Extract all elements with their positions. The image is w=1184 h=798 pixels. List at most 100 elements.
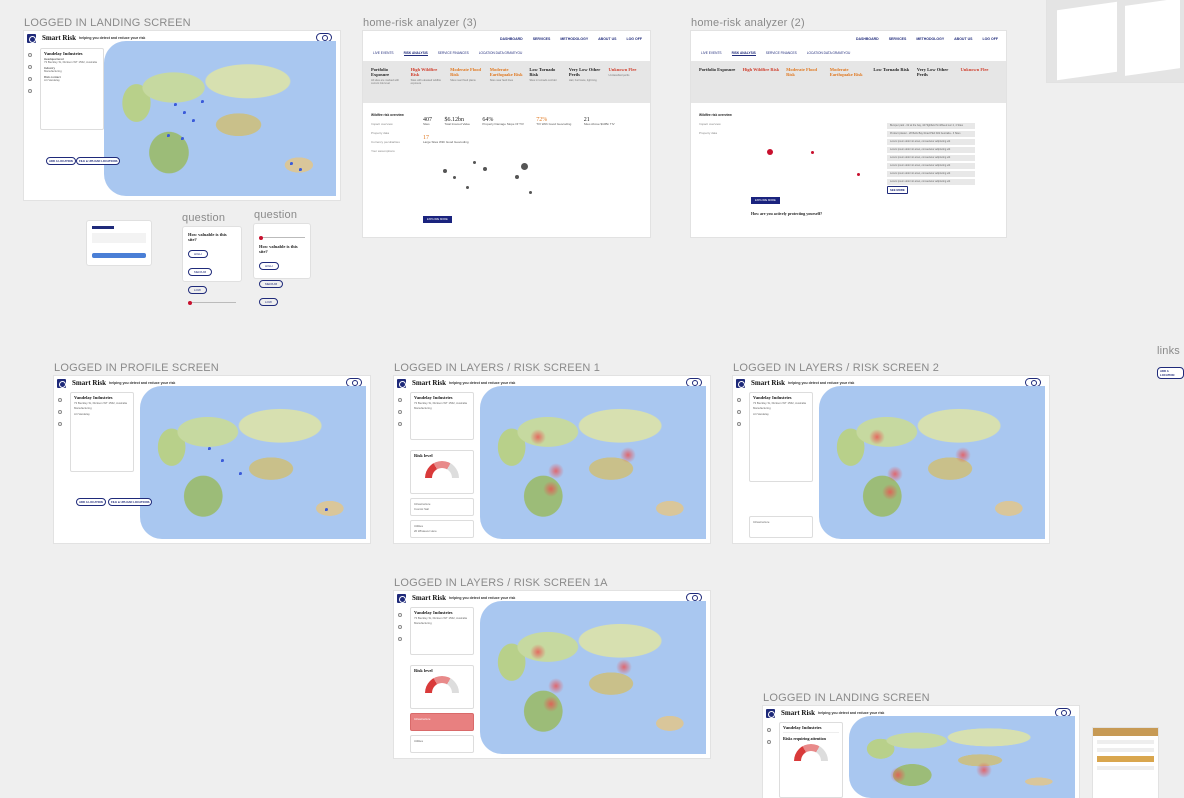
side-item-impact[interactable]: Impact overview xyxy=(699,122,721,126)
table-row[interactable]: Lorem ipsum dolor sit amet, consectetur … xyxy=(887,163,975,169)
landing-screen-frame[interactable]: Smart Risk helping you detect and reduce… xyxy=(24,31,340,200)
building-icon[interactable] xyxy=(58,410,62,414)
infrastructure-card-selected[interactable]: Infrastructure xyxy=(410,713,474,731)
settings-panel[interactable] xyxy=(1093,728,1158,798)
upload-locations-button[interactable]: FILE & UPLOAD LOCATIONS xyxy=(76,157,121,165)
company-card[interactable]: Vandelay Industries 73 Beckley St, Dickso… xyxy=(749,392,813,482)
table-row[interactable]: Lorem ipsum dolor sit amet, consectetur … xyxy=(887,171,975,177)
tab-location-data[interactable]: LOCATION DATA GRAVEYOU xyxy=(479,51,523,56)
company-card[interactable]: Vandelay Industries 73 Beckley St, Dickso… xyxy=(410,392,474,440)
side-item-assumptions[interactable]: Your assumptions xyxy=(371,149,395,153)
explore-more-button[interactable]: EXPLORE MORE xyxy=(751,197,780,204)
tab-location-data[interactable]: LOCATION DATA GRAVEYOU xyxy=(807,51,851,56)
world-map[interactable] xyxy=(480,386,706,539)
building-icon[interactable] xyxy=(737,410,741,414)
world-map[interactable] xyxy=(849,716,1075,798)
utilities-card[interactable]: Utilities xyxy=(410,735,474,753)
alert-icon[interactable] xyxy=(28,77,32,81)
table-row[interactable]: Lorem ipsum dolor sit amet, consectetur … xyxy=(887,147,975,153)
analyzer-2-frame[interactable]: DASHBOARD SERVICES METHODOLOGY ABOUT US … xyxy=(691,31,1006,237)
side-item-property[interactable]: Property data xyxy=(371,131,389,135)
nav-logoff[interactable]: LOG OFF xyxy=(982,37,998,41)
value-slider-1[interactable] xyxy=(188,300,236,305)
world-map[interactable] xyxy=(140,386,366,539)
nav-about[interactable]: ABOUT US xyxy=(598,37,616,41)
profile-screen-frame[interactable]: Smart Risk helping you detect and reduce … xyxy=(54,376,370,543)
search-icon[interactable] xyxy=(58,398,62,402)
table-row[interactable]: Lorem ipsum dolor sit amet, consectetur … xyxy=(887,179,975,185)
table-row[interactable]: Bumper park - 02 at the bay, 44 Highfiel… xyxy=(887,123,975,129)
nav-dashboard[interactable]: DASHBOARD xyxy=(856,37,879,41)
search-icon[interactable] xyxy=(737,398,741,402)
thumbnail-frame[interactable] xyxy=(1047,0,1184,82)
risk-card[interactable]: Infrastructure xyxy=(749,516,813,538)
tab-service-finances[interactable]: SERVICE FINANCES xyxy=(766,51,797,56)
risk-level-card[interactable]: Risk level xyxy=(410,450,474,494)
tab-live-events[interactable]: LIVE EVENTS xyxy=(701,51,722,56)
table-row[interactable]: Lorem ipsum dolor sit amet, consectetur … xyxy=(887,139,975,145)
alert-icon[interactable] xyxy=(737,422,741,426)
world-map[interactable] xyxy=(104,41,336,196)
tab-live-events[interactable]: LIVE EVENTS xyxy=(373,51,394,56)
alert-icon[interactable] xyxy=(398,637,402,641)
company-card[interactable]: Vandelay Industries 73 Beckley St, Dicks… xyxy=(70,392,134,472)
see-more-button[interactable]: SEE MORE xyxy=(887,186,908,194)
world-map[interactable] xyxy=(480,601,706,754)
nav-logoff[interactable]: LOG OFF xyxy=(626,37,642,41)
layers-1a-frame[interactable]: Smart Risk helping you detect and reduce … xyxy=(394,591,710,758)
search-icon[interactable] xyxy=(398,398,402,402)
world-map[interactable] xyxy=(819,386,1045,539)
search-icon[interactable] xyxy=(28,53,32,57)
company-card[interactable]: Vandelay Industries Headquartered 73 Beck… xyxy=(40,48,104,130)
company-card[interactable]: Vandelay Industries Risks requiring atte… xyxy=(779,722,843,798)
table-row[interactable]: Lorem ipsum dolor sit amet, consectetur … xyxy=(887,155,975,161)
infrastructure-card[interactable]: Infrastructure Cosmic Sail xyxy=(410,498,474,516)
nav-services[interactable]: SERVICES xyxy=(889,37,907,41)
bell-icon[interactable] xyxy=(28,89,32,93)
add-location-button[interactable]: ADD A LOCATION xyxy=(76,498,106,506)
option-medium-1[interactable]: MEDIUM xyxy=(188,268,213,276)
explore-more-button[interactable]: EXPLORE MORE xyxy=(423,216,452,223)
option-low-1[interactable]: LOW xyxy=(188,286,207,294)
alert-icon[interactable] xyxy=(58,422,62,426)
question-card-1[interactable]: How valuable is this site? HIGH MEDIUM L… xyxy=(182,226,242,305)
layers-1-frame[interactable]: Smart Risk helping you detect and reduce … xyxy=(394,376,710,543)
tab-risk-analysis[interactable]: RISK ANALYSIS xyxy=(403,51,428,56)
upload-locations-button[interactable]: FILE & UPLOAD LOCATIONS xyxy=(108,498,153,506)
alert-icon[interactable] xyxy=(398,422,402,426)
add-location-button[interactable]: ADD A LOCATION xyxy=(46,157,76,165)
company-card[interactable]: Vandelay Industries 73 Beckley St, Dickso… xyxy=(410,607,474,655)
links-add-location-button[interactable]: ADD A LOCATION xyxy=(1157,367,1184,379)
landing-screen-2-frame[interactable]: Smart Risk helping you detect and reduce … xyxy=(763,706,1079,798)
search-icon[interactable] xyxy=(398,613,402,617)
tab-risk-analysis[interactable]: RISK ANALYSIS xyxy=(731,51,756,56)
side-item-currency[interactable]: Currency peculiarities xyxy=(371,140,400,144)
building-icon[interactable] xyxy=(28,65,32,69)
building-icon[interactable] xyxy=(767,740,771,744)
nav-about[interactable]: ABOUT US xyxy=(954,37,972,41)
nav-services[interactable]: SERVICES xyxy=(533,37,551,41)
analyzer-3-frame[interactable]: DASHBOARD SERVICES METHODOLOGY ABOUT US … xyxy=(363,31,650,237)
table-row[interactable]: Product plaster - 28 Bells Bay Road PE4 … xyxy=(887,131,975,137)
tab-service-finances[interactable]: SERVICE FINANCES xyxy=(438,51,469,56)
question-card-2[interactable]: How valuable is this site? HIGH MEDIUM L… xyxy=(253,223,311,306)
side-item-overview[interactable]: Wildfire risk overview xyxy=(699,113,732,117)
option-high-2[interactable]: HIGH xyxy=(259,262,279,270)
risk-level-card[interactable]: Risk level xyxy=(410,665,474,709)
layers-2-frame[interactable]: Smart Risk helping you detect and reduce … xyxy=(733,376,1049,543)
nav-methodology[interactable]: METHODOLOGY xyxy=(560,37,588,41)
option-high-1[interactable]: HIGH xyxy=(188,250,208,258)
search-icon[interactable] xyxy=(767,728,771,732)
value-slider-2[interactable] xyxy=(259,235,305,240)
side-item-overview[interactable]: Wildfire risk overview xyxy=(371,113,404,117)
nav-methodology[interactable]: METHODOLOGY xyxy=(916,37,944,41)
option-medium-2[interactable]: MEDIUM xyxy=(259,280,284,288)
side-item-property[interactable]: Property data xyxy=(699,131,717,135)
utilities-card[interactable]: Utilities 20 Whatever Here xyxy=(410,520,474,538)
side-item-impact[interactable]: Impact overview xyxy=(371,122,393,126)
building-icon[interactable] xyxy=(398,410,402,414)
onboarding-card[interactable] xyxy=(86,220,152,266)
building-icon[interactable] xyxy=(398,625,402,629)
option-low-2[interactable]: LOW xyxy=(259,298,278,306)
nav-dashboard[interactable]: DASHBOARD xyxy=(500,37,523,41)
